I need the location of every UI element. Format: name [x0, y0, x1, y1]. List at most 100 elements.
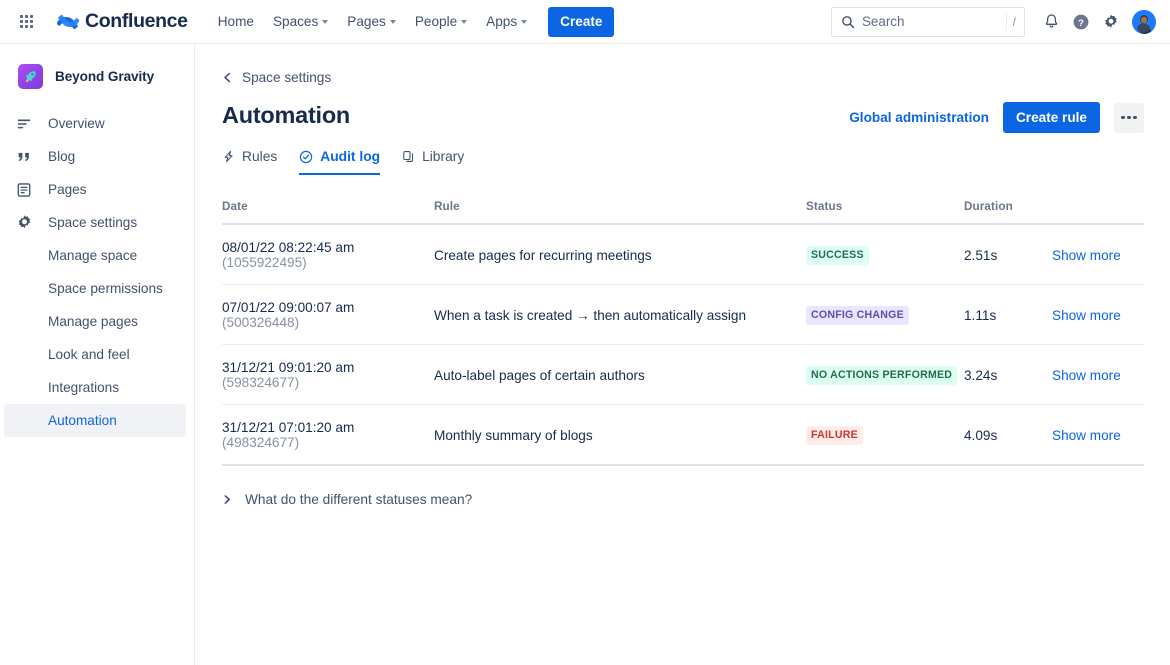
- sidebar-item-space-settings[interactable]: Space settings: [4, 206, 186, 239]
- cell-action: Show more: [1052, 285, 1144, 345]
- help-button[interactable]: ?: [1067, 8, 1095, 36]
- cell-status: SUCCESS: [806, 224, 964, 285]
- nav-item-people[interactable]: People: [406, 6, 476, 38]
- search-input[interactable]: Search /: [831, 7, 1025, 37]
- column-header-date: Date: [222, 200, 434, 224]
- nav-item-apps[interactable]: Apps: [477, 6, 536, 38]
- quote-icon: [14, 149, 34, 165]
- statuses-help-accordion[interactable]: What do the different statuses mean?: [222, 492, 472, 507]
- sidebar-item-label: Integrations: [48, 380, 119, 395]
- confluence-home-link[interactable]: Confluence: [52, 7, 193, 36]
- avatar-person-icon: [1132, 10, 1156, 34]
- sidebar-item-label: Pages: [48, 182, 87, 197]
- grid-apps-icon: [20, 15, 33, 28]
- nav-item-spaces[interactable]: Spaces: [264, 6, 337, 38]
- execution-id: (1055922495): [222, 255, 307, 270]
- back-link-label: Space settings: [242, 70, 331, 85]
- cell-action: Show more: [1052, 405, 1144, 466]
- bell-icon: [1043, 13, 1060, 30]
- gear-icon: [14, 214, 34, 231]
- tab-library[interactable]: Library: [402, 149, 464, 175]
- audit-log-table: Date Rule Status Duration 08/01/22 08:22…: [222, 200, 1144, 466]
- breadcrumb-back-link[interactable]: Space settings: [222, 70, 331, 85]
- sidebar-item-overview[interactable]: Overview: [4, 107, 186, 140]
- sidebar-item-label: Overview: [48, 116, 105, 131]
- table-head: Date Rule Status Duration: [222, 200, 1144, 224]
- status-badge: CONFIG CHANGE: [806, 306, 909, 325]
- cell-status: NO ACTIONS PERFORMED: [806, 345, 964, 405]
- notifications-button[interactable]: [1037, 8, 1065, 36]
- sidebar-item-label: Space settings: [48, 215, 137, 230]
- primary-nav-links: Home Spaces Pages People Apps: [209, 6, 536, 38]
- product-name: Confluence: [85, 10, 188, 33]
- nav-item-home[interactable]: Home: [209, 6, 263, 38]
- nav-item-pages[interactable]: Pages: [338, 6, 405, 38]
- global-administration-link[interactable]: Global administration: [849, 110, 989, 125]
- app-switcher-button[interactable]: [12, 8, 40, 36]
- date-text: 31/12/21 07:01:20 am: [222, 420, 354, 435]
- status-badge: FAILURE: [806, 426, 863, 445]
- automation-tabs: Rules Audit log Library: [222, 149, 1170, 174]
- execution-id: (498324677): [222, 435, 299, 450]
- sidebar-nav-list: Overview Blog Pages: [0, 107, 194, 437]
- chevron-right-icon: [222, 494, 232, 505]
- create-rule-button[interactable]: Create rule: [1003, 102, 1100, 133]
- tab-rules[interactable]: Rules: [222, 149, 277, 175]
- table-header-row: Date Rule Status Duration: [222, 200, 1144, 224]
- chevron-down-icon: [521, 20, 527, 24]
- create-button[interactable]: Create: [548, 7, 614, 37]
- cell-duration: 3.24s: [964, 345, 1052, 405]
- cell-date: 08/01/22 08:22:45 am (1055922495): [222, 224, 434, 285]
- sidebar-item-look-and-feel[interactable]: Look and feel: [4, 338, 186, 371]
- tab-label: Library: [422, 149, 464, 164]
- sidebar-item-space-permissions[interactable]: Space permissions: [4, 272, 186, 305]
- cell-status: CONFIG CHANGE: [806, 285, 964, 345]
- cell-rule: Create pages for recurring meetings: [434, 224, 806, 285]
- user-avatar[interactable]: [1132, 10, 1156, 34]
- nav-label: Pages: [347, 14, 386, 29]
- execution-id: (598324677): [222, 375, 299, 390]
- sidebar-item-manage-space[interactable]: Manage space: [4, 239, 186, 272]
- show-more-link[interactable]: Show more: [1052, 308, 1121, 323]
- copy-icon: [402, 150, 415, 163]
- table-row: 31/12/21 07:01:20 am (498324677) Monthly…: [222, 405, 1144, 466]
- tab-label: Audit log: [320, 149, 380, 164]
- column-header-actions: [1052, 200, 1144, 224]
- sidebar-item-pages[interactable]: Pages: [4, 173, 186, 206]
- show-more-link[interactable]: Show more: [1052, 248, 1121, 263]
- more-horizontal-icon: [1121, 116, 1125, 120]
- space-header[interactable]: Beyond Gravity: [4, 58, 186, 95]
- space-name: Beyond Gravity: [55, 69, 154, 84]
- date-text: 31/12/21 09:01:20 am: [222, 360, 354, 375]
- overview-lines-icon: [14, 116, 34, 132]
- more-actions-button[interactable]: [1114, 103, 1144, 133]
- cell-status: FAILURE: [806, 405, 964, 466]
- table-body: 08/01/22 08:22:45 am (1055922495) Create…: [222, 224, 1144, 465]
- top-nav-right-cluster: Search / ?: [831, 7, 1156, 37]
- settings-button[interactable]: [1097, 8, 1125, 36]
- tab-audit-log[interactable]: Audit log: [299, 149, 380, 175]
- tab-label: Rules: [242, 149, 277, 164]
- space-sidebar: Beyond Gravity Overview Blog: [0, 44, 195, 665]
- more-horizontal-icon: [1127, 116, 1131, 120]
- date-text: 08/01/22 08:22:45 am: [222, 240, 354, 255]
- sidebar-item-label: Manage space: [48, 248, 137, 263]
- nav-label: People: [415, 14, 457, 29]
- sidebar-item-integrations[interactable]: Integrations: [4, 371, 186, 404]
- cell-rule: Auto-label pages of certain authors: [434, 345, 806, 405]
- sidebar-item-blog[interactable]: Blog: [4, 140, 186, 173]
- more-horizontal-icon: [1133, 116, 1137, 120]
- sidebar-item-label: Blog: [48, 149, 75, 164]
- sidebar-item-manage-pages[interactable]: Manage pages: [4, 305, 186, 338]
- table-row: 31/12/21 09:01:20 am (598324677) Auto-la…: [222, 345, 1144, 405]
- status-badge: SUCCESS: [806, 246, 869, 265]
- status-badge: NO ACTIONS PERFORMED: [806, 366, 957, 385]
- main-content: Space settings Automation Global adminis…: [196, 44, 1170, 665]
- sidebar-item-label: Manage pages: [48, 314, 138, 329]
- document-icon: [14, 182, 34, 198]
- cell-date: 31/12/21 09:01:20 am (598324677): [222, 345, 434, 405]
- show-more-link[interactable]: Show more: [1052, 428, 1121, 443]
- show-more-link[interactable]: Show more: [1052, 368, 1121, 383]
- sidebar-item-label: Look and feel: [48, 347, 130, 362]
- sidebar-item-automation[interactable]: Automation: [4, 404, 186, 437]
